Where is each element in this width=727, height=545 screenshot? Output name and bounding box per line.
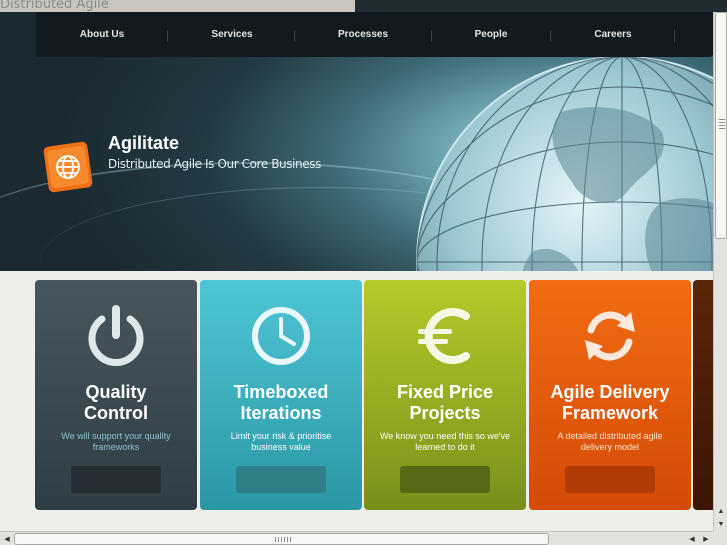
power-icon	[88, 305, 144, 366]
card-title: Fixed Price Projects	[396, 382, 494, 423]
brand-logo	[43, 141, 93, 193]
card-description: We know you need this so we've learned t…	[379, 431, 511, 452]
nav-item-careers[interactable]: Careers	[567, 12, 659, 57]
horizontal-scrollbar[interactable]: ◀ ◀ ▶	[0, 531, 713, 545]
scrollbar-corner	[713, 531, 727, 545]
nav-divider	[674, 30, 675, 42]
card-title: Quality Control	[84, 382, 148, 423]
title-bar-background	[355, 0, 727, 12]
nav-divider	[431, 30, 432, 42]
horizontal-scroll-thumb[interactable]	[14, 533, 549, 545]
scroll-right-arrow-icon[interactable]: ▶	[699, 533, 713, 545]
euro-icon	[418, 308, 470, 364]
scroll-up-arrow-icon[interactable]: ▲	[714, 505, 727, 517]
card-more-button[interactable]	[400, 466, 490, 493]
scroll-grip	[719, 119, 725, 131]
scroll-left-arrow-icon[interactable]: ◀	[0, 533, 14, 545]
main-navigation: About Us Services Processes People Caree…	[36, 12, 713, 57]
nav-divider	[167, 30, 168, 42]
nav-divider	[294, 30, 295, 42]
cycle-arrows-icon	[585, 311, 635, 361]
scroll-down-arrow-icon[interactable]: ▼	[714, 518, 727, 530]
feature-card-quality-control: Quality Control We will support your qual…	[35, 280, 197, 510]
card-title: Timeboxed Iterations	[233, 382, 329, 423]
nav-item-people[interactable]: People	[445, 12, 537, 57]
nav-divider	[550, 30, 551, 42]
globe-illustration	[416, 56, 713, 271]
nav-item-services[interactable]: Services	[186, 12, 278, 57]
card-description: A detailed distributed agile delivery mo…	[557, 431, 663, 452]
scroll-left-arrow-icon[interactable]: ◀	[685, 533, 699, 545]
nav-item-processes[interactable]: Processes	[317, 12, 409, 57]
card-title: Agile Delivery Framework	[550, 382, 670, 423]
feature-card-partial	[693, 280, 713, 510]
feature-card-fixed-price-projects: Fixed Price Projects We know you need thi…	[364, 280, 526, 510]
card-more-button[interactable]	[71, 466, 161, 493]
vertical-scrollbar[interactable]: ▲ ▼	[713, 12, 727, 531]
feature-card-agile-delivery-framework: Agile Delivery Framework A detailed distr…	[529, 280, 691, 510]
scroll-grip	[275, 537, 291, 542]
brand-tagline: Distributed Agile Is Our Core Business	[108, 157, 321, 171]
card-description: Limit your risk & prioritise business va…	[230, 431, 332, 452]
card-more-button[interactable]	[565, 466, 655, 493]
nav-item-about-us[interactable]: About Us	[56, 12, 148, 57]
clock-icon	[252, 307, 310, 365]
brand-name: Agilitate	[108, 133, 180, 153]
card-description: We will support your quality frameworks	[61, 431, 171, 452]
feature-card-timeboxed-iterations: Timeboxed Iterations Limit your risk & pr…	[200, 280, 362, 510]
card-more-button[interactable]	[236, 466, 326, 493]
page-title: Distributed Agile	[0, 0, 109, 12]
vertical-scroll-thumb[interactable]	[715, 12, 727, 239]
